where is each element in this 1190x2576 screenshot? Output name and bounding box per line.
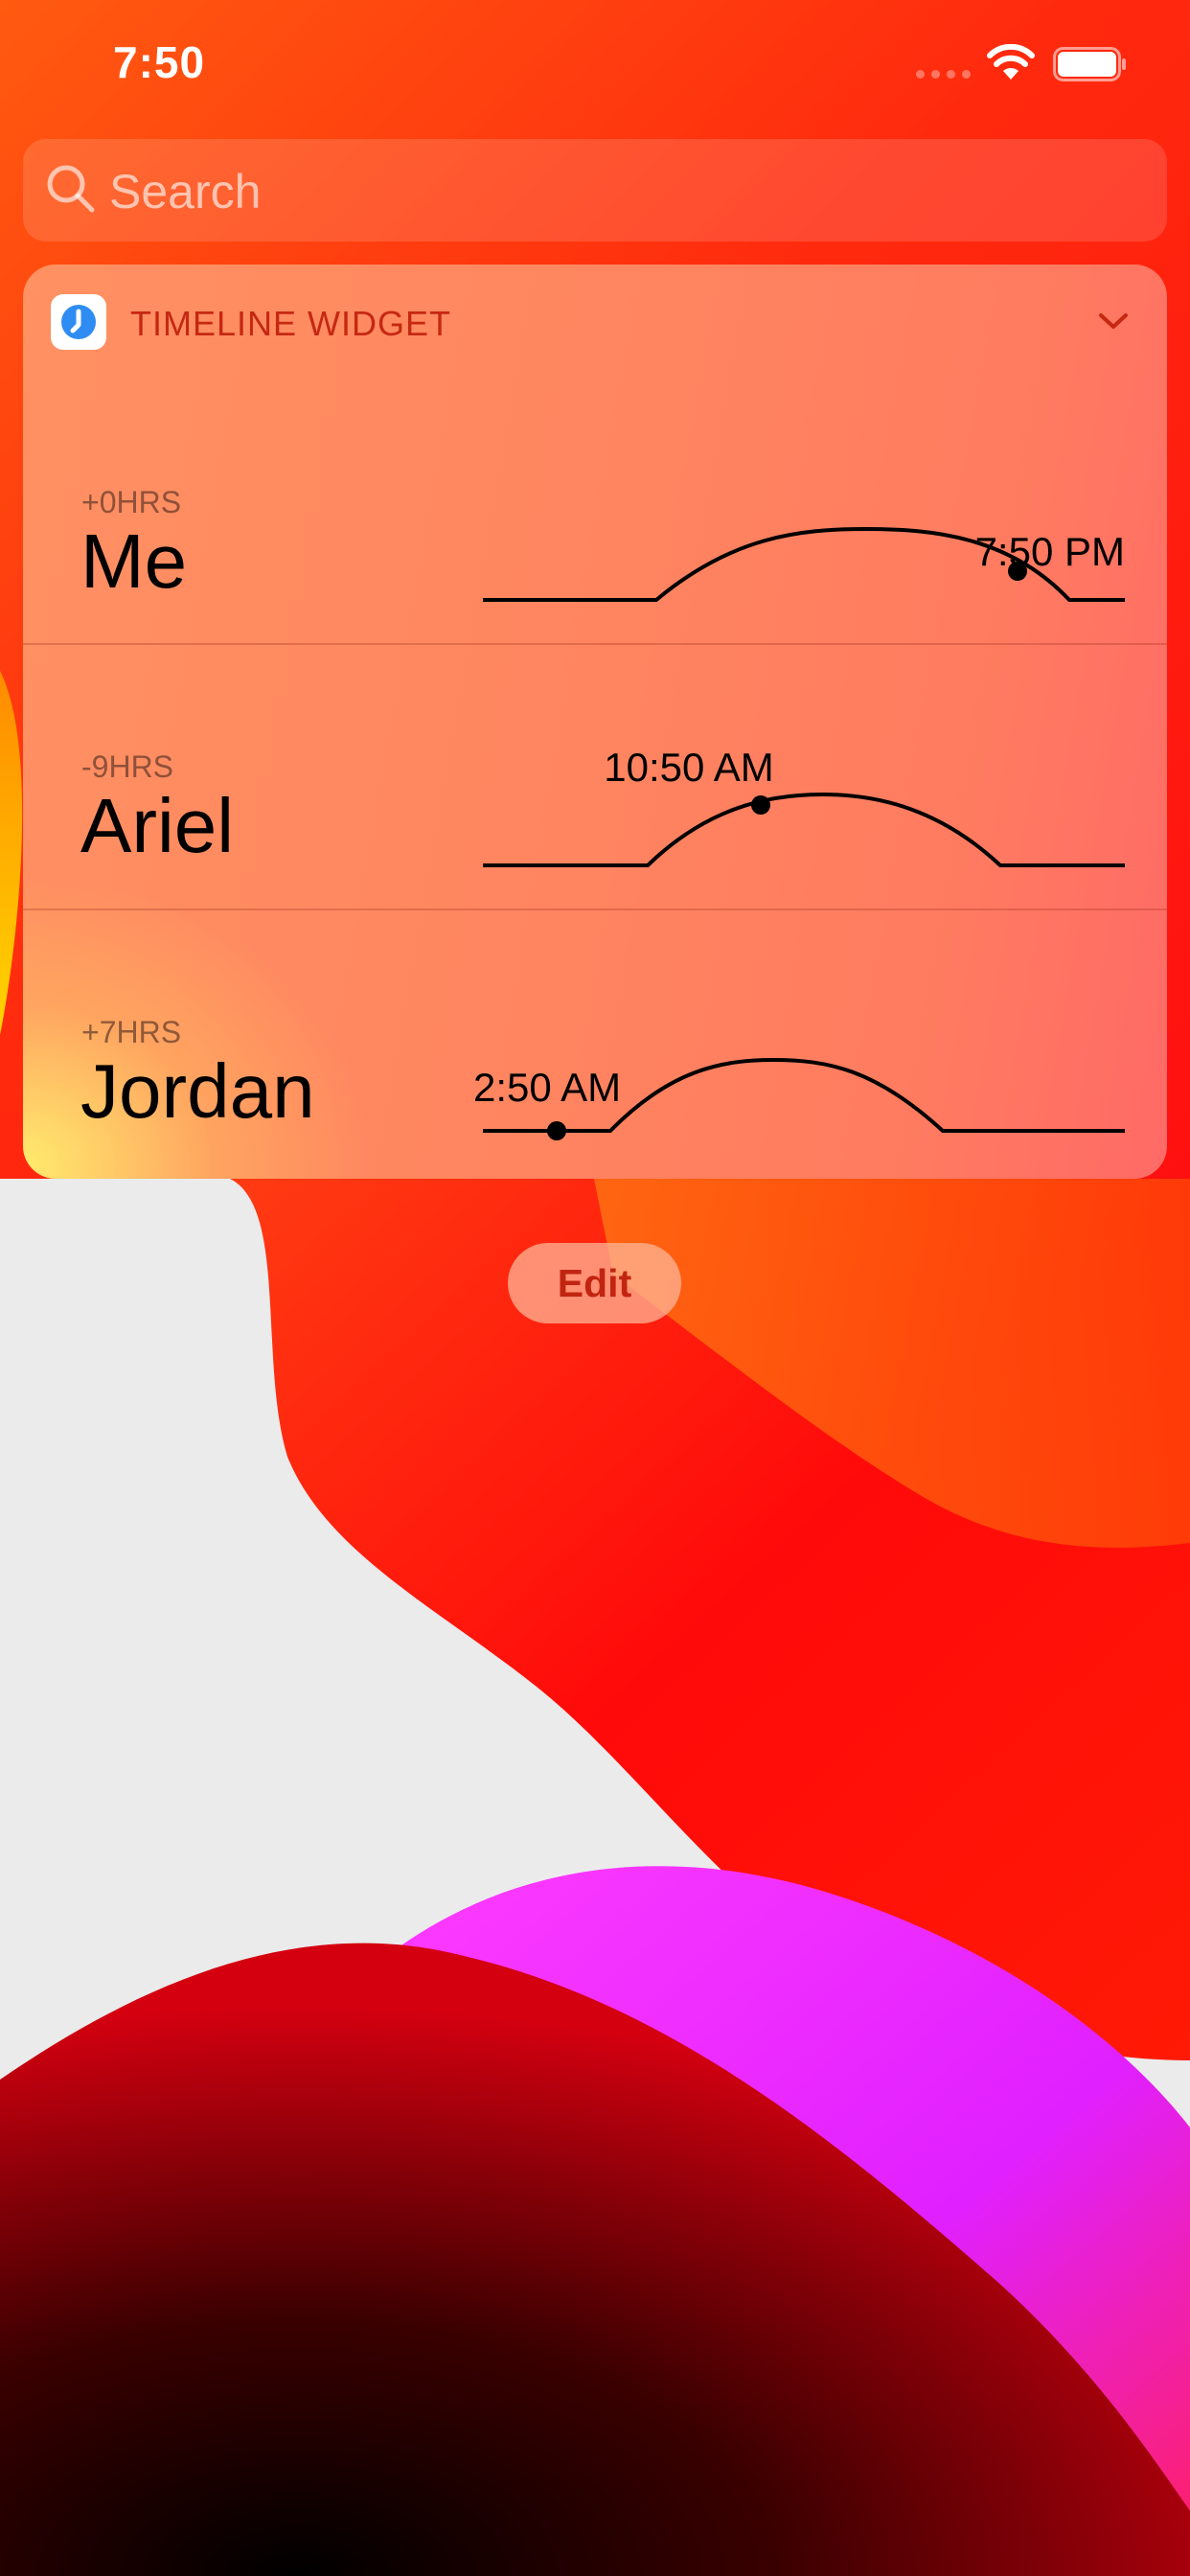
- current-time-marker-icon: [547, 1121, 566, 1140]
- search-bar[interactable]: Search: [23, 139, 1167, 242]
- edit-button[interactable]: Edit: [508, 1243, 681, 1323]
- chevron-down-icon[interactable]: [1096, 307, 1131, 335]
- local-time-label: 7:50 PM: [975, 529, 1125, 574]
- search-icon: [47, 165, 95, 213]
- time-offset-label: +0HRS: [81, 485, 182, 519]
- widget-title: TIMELINE WIDGET: [130, 304, 452, 343]
- time-offset-label: -9HRS: [81, 749, 174, 784]
- timeline-widget: TIMELINE WIDGET +0HRS Me 7:50 PM -9HRS A…: [23, 264, 1167, 1179]
- daylight-curve: 2:50 AM: [473, 1057, 1125, 1140]
- cellular-signal-icon: [916, 70, 971, 79]
- person-name: Me: [80, 518, 188, 604]
- row-divider: [23, 908, 1167, 910]
- local-time-label: 10:50 AM: [604, 745, 773, 790]
- time-offset-label: +7HRS: [81, 1015, 182, 1049]
- status-time: 7:50: [113, 37, 206, 87]
- clock-app-icon: [51, 294, 106, 350]
- wifi-icon: [987, 44, 1035, 80]
- daylight-curve: 7:50 PM: [483, 526, 1125, 602]
- current-time-marker-icon: [751, 795, 770, 815]
- search-placeholder: Search: [109, 165, 262, 218]
- daylight-curve: 10:50 AM: [483, 745, 1125, 867]
- battery-icon: [1053, 47, 1126, 81]
- person-name: Ariel: [80, 783, 235, 868]
- person-name: Jordan: [80, 1048, 315, 1134]
- timeline-row-jordan[interactable]: +7HRS Jordan 2:50 AM: [23, 908, 1167, 1174]
- row-divider: [23, 643, 1167, 645]
- timeline-row-ariel[interactable]: -9HRS Ariel 10:50 AM: [23, 643, 1167, 908]
- status-bar: 7:50: [0, 0, 1190, 134]
- timeline-row-me[interactable]: +0HRS Me 7:50 PM: [23, 378, 1167, 643]
- local-time-label: 2:50 AM: [473, 1065, 621, 1110]
- widget-header[interactable]: TIMELINE WIDGET: [23, 264, 1167, 378]
